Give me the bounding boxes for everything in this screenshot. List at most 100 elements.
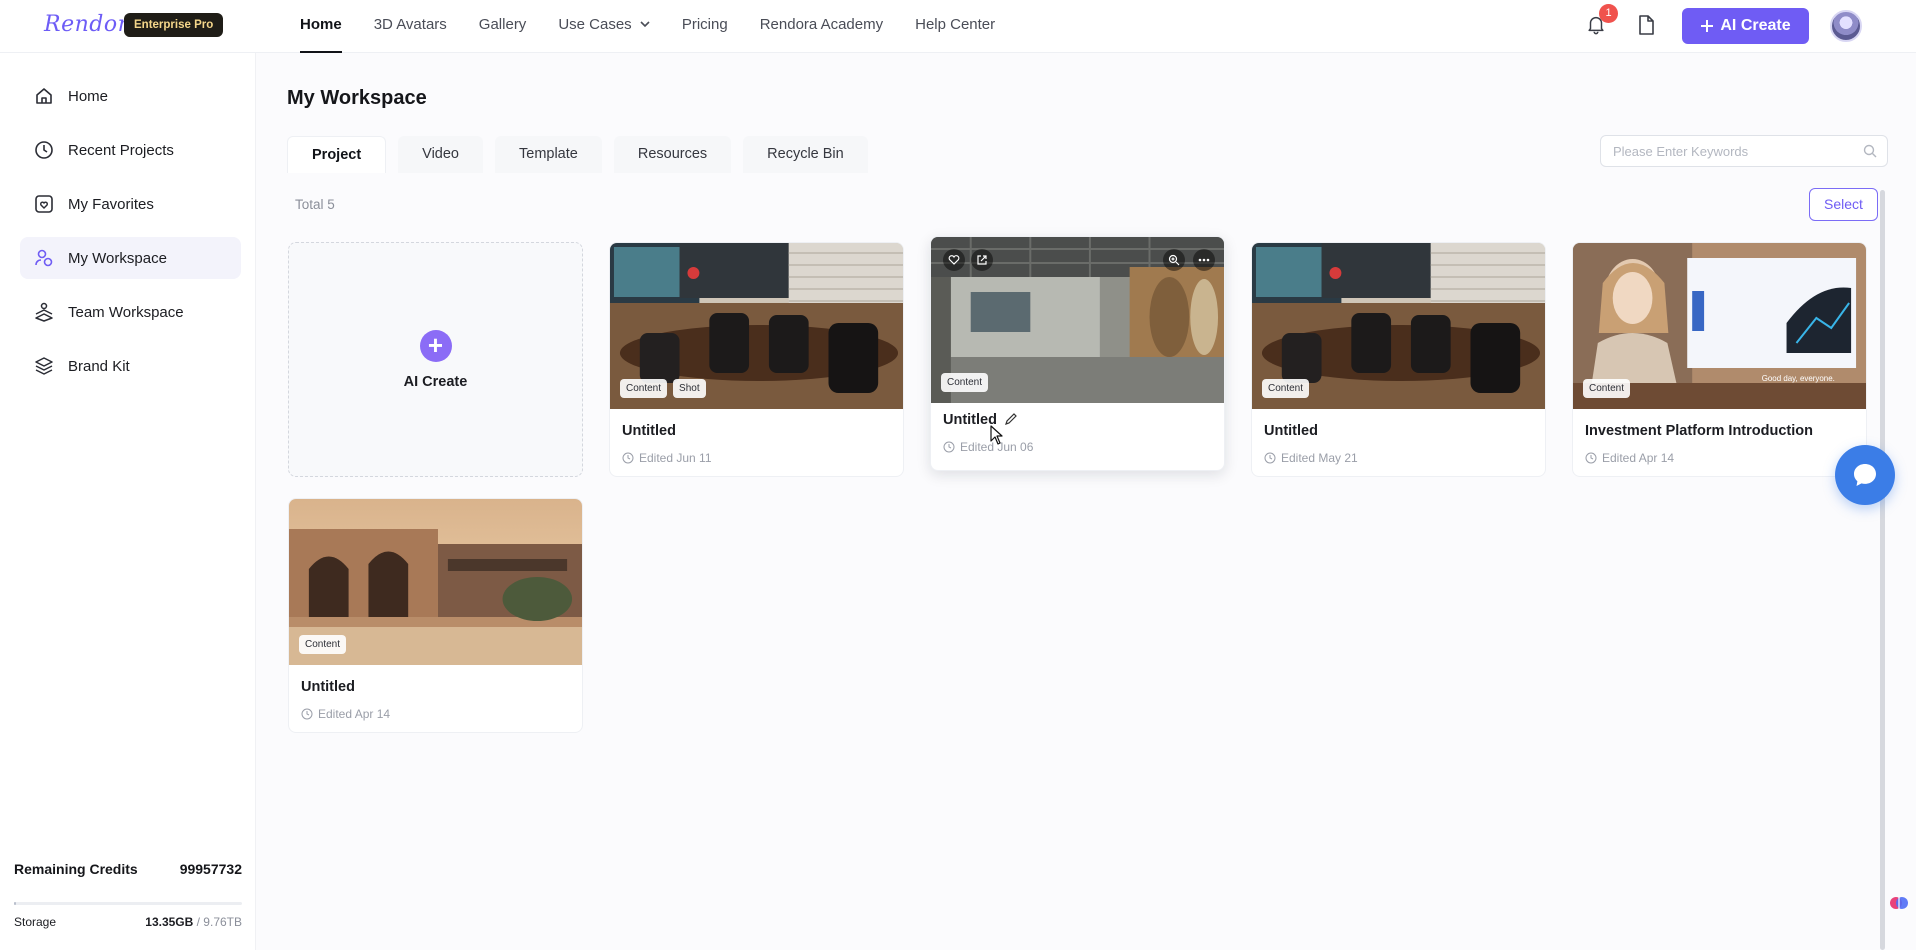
content-tag: Content bbox=[299, 635, 347, 654]
storage-progress-fill bbox=[14, 902, 17, 905]
card-date: Edited Jun 06 bbox=[943, 440, 1033, 454]
shot-tag: Shot bbox=[673, 379, 706, 398]
nav-pricing[interactable]: Pricing bbox=[682, 0, 728, 53]
storage-value: 13.35GB / 9.76TB bbox=[145, 915, 242, 929]
sidebar-item-my-workspace[interactable]: My Workspace bbox=[20, 237, 241, 279]
card-title[interactable]: Untitled bbox=[301, 679, 355, 695]
team-icon bbox=[35, 302, 53, 322]
content-tag: Content bbox=[620, 379, 668, 398]
card-date-text: Edited Apr 14 bbox=[1602, 451, 1675, 465]
project-card[interactable]: Content Shot Untitled Edited Jun 11 bbox=[609, 242, 904, 477]
ai-create-card-label: AI Create bbox=[403, 373, 468, 390]
clock-icon bbox=[1585, 452, 1597, 464]
content-tag: Content bbox=[1262, 379, 1310, 398]
heart-icon[interactable] bbox=[943, 249, 965, 271]
nav-gallery[interactable]: Gallery bbox=[479, 0, 527, 53]
card-title[interactable]: Untitled bbox=[1264, 423, 1318, 439]
card-date-text: Edited Jun 11 bbox=[639, 451, 712, 465]
sidebar-item-team-workspace[interactable]: Team Workspace bbox=[20, 291, 241, 333]
card-tags: Content bbox=[1583, 379, 1631, 398]
project-card[interactable]: Good day, everyone. Content Investment P… bbox=[1572, 242, 1867, 477]
ai-create-label: AI Create bbox=[1720, 17, 1791, 34]
document-icon[interactable] bbox=[1636, 14, 1656, 36]
content-tag: Content bbox=[941, 373, 989, 392]
storage-total: / 9.76TB bbox=[196, 915, 242, 929]
storage-used: 13.35GB bbox=[145, 915, 194, 929]
home-icon bbox=[36, 88, 52, 104]
nav-use-cases[interactable]: Use Cases bbox=[558, 0, 650, 53]
tab-resources[interactable]: Resources bbox=[613, 136, 732, 173]
sidebar-item-my-favorites[interactable]: My Favorites bbox=[20, 183, 241, 225]
chevron-down-icon bbox=[640, 21, 650, 28]
sidebar-item-label: Home bbox=[68, 87, 109, 105]
nav-academy[interactable]: Rendora Academy bbox=[760, 0, 883, 53]
ai-assistant-icon[interactable] bbox=[1888, 892, 1910, 914]
tab-video[interactable]: Video bbox=[398, 136, 483, 173]
sidebar-item-label: Recent Projects bbox=[68, 141, 174, 159]
sidebar-item-recent-projects[interactable]: Recent Projects bbox=[20, 129, 241, 171]
storage-progress-bar bbox=[14, 902, 242, 905]
nav-3d-avatars[interactable]: 3D Avatars bbox=[374, 0, 447, 53]
scrollbar[interactable] bbox=[1880, 190, 1885, 950]
mouse-cursor-icon bbox=[990, 425, 1003, 445]
card-title[interactable]: Untitled bbox=[943, 412, 1018, 428]
card-title[interactable]: Investment Platform Introduction bbox=[1585, 423, 1813, 439]
storage-info: Storage 13.35GB / 9.76TB bbox=[14, 915, 242, 929]
user-avatar[interactable] bbox=[1830, 10, 1862, 42]
select-button[interactable]: Select bbox=[1809, 188, 1878, 221]
ai-create-button[interactable]: AI Create bbox=[1682, 8, 1809, 44]
search-icon[interactable] bbox=[1863, 144, 1877, 158]
workspace-tabs: Project Video Template Resources Recycle… bbox=[287, 136, 868, 173]
plus-circle-icon: + bbox=[419, 329, 452, 362]
pencil-icon[interactable] bbox=[1004, 412, 1018, 426]
plus-icon bbox=[1701, 20, 1714, 32]
credits-value: 99957732 bbox=[179, 861, 242, 877]
card-tags: Content bbox=[941, 373, 989, 392]
search-box bbox=[1600, 135, 1888, 167]
more-icon[interactable] bbox=[1193, 249, 1215, 271]
tab-project[interactable]: Project bbox=[287, 136, 387, 173]
project-card[interactable]: Content Untitled Edited Jun 06 bbox=[930, 236, 1225, 471]
workspace-icon bbox=[35, 249, 53, 267]
sidebar-item-home[interactable]: Home bbox=[20, 75, 241, 117]
nav-use-cases-label: Use Cases bbox=[558, 16, 632, 33]
card-date-text: Edited Apr 14 bbox=[318, 707, 391, 721]
ai-create-card[interactable]: + AI Create bbox=[288, 242, 583, 477]
project-card[interactable]: Content Untitled Edited May 21 bbox=[1251, 242, 1546, 477]
tab-recycle-bin[interactable]: Recycle Bin bbox=[743, 136, 868, 173]
notification-badge: 1 bbox=[1599, 4, 1618, 23]
card-title[interactable]: Untitled bbox=[622, 423, 676, 439]
storage-label: Storage bbox=[14, 915, 57, 929]
clock-icon bbox=[943, 441, 955, 453]
credits-label: Remaining Credits bbox=[14, 861, 138, 877]
chat-support-button[interactable] bbox=[1835, 445, 1895, 505]
main-nav: Home 3D Avatars Gallery Use Cases Pricin… bbox=[300, 0, 1027, 53]
search-input[interactable] bbox=[1601, 136, 1841, 166]
slide-caption: Good day, everyone. bbox=[1762, 374, 1835, 383]
card-date-text: Edited May 21 bbox=[1281, 451, 1358, 465]
card-date: Edited Apr 14 bbox=[301, 707, 390, 721]
card-title-text: Untitled bbox=[943, 412, 997, 428]
nav-help-center[interactable]: Help Center bbox=[915, 0, 995, 53]
sidebar-item-label: My Workspace bbox=[68, 249, 167, 267]
zoom-icon[interactable] bbox=[1163, 249, 1185, 271]
tab-template[interactable]: Template bbox=[495, 136, 602, 173]
nav-home[interactable]: Home bbox=[300, 0, 342, 53]
card-date: Edited May 21 bbox=[1264, 451, 1358, 465]
sidebar-item-brand-kit[interactable]: Brand Kit bbox=[20, 345, 241, 387]
total-count: Total 5 bbox=[295, 197, 335, 212]
card-tags: Content bbox=[299, 635, 347, 654]
sidebar: Home Recent Projects My Favorites My Wor… bbox=[0, 53, 256, 950]
card-tags: Content bbox=[1262, 379, 1310, 398]
remaining-credits: Remaining Credits 99957732 bbox=[14, 861, 242, 877]
layers-icon bbox=[35, 357, 53, 375]
sidebar-item-label: Brand Kit bbox=[68, 357, 130, 375]
sidebar-item-label: Team Workspace bbox=[68, 303, 184, 321]
project-card[interactable]: Content Untitled Edited Apr 14 bbox=[288, 498, 583, 733]
open-external-icon[interactable] bbox=[971, 249, 993, 271]
favorites-icon bbox=[35, 195, 53, 213]
clock-icon bbox=[1264, 452, 1276, 464]
card-tags: Content Shot bbox=[620, 379, 706, 398]
plan-badge: Enterprise Pro bbox=[124, 13, 224, 37]
sidebar-item-label: My Favorites bbox=[68, 195, 154, 213]
